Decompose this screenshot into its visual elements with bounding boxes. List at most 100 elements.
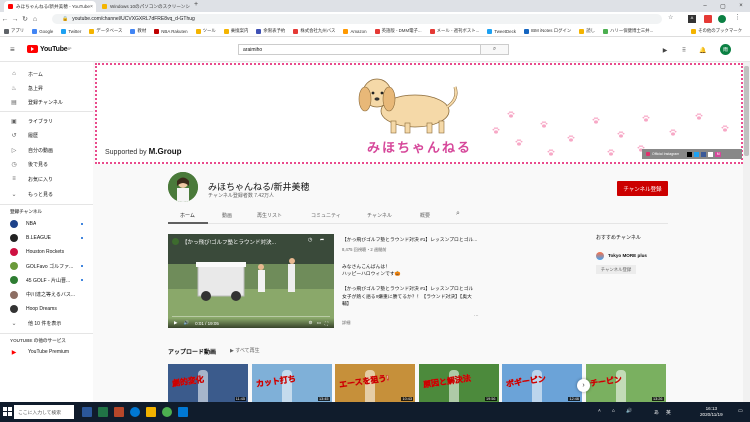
menu-dots-icon[interactable]: ⋮ bbox=[734, 13, 741, 21]
upload-thumbnail[interactable]: ボギーピン 12:46 bbox=[502, 364, 582, 402]
windows-start-icon[interactable] bbox=[3, 407, 12, 416]
close-window-icon[interactable]: × bbox=[732, 0, 750, 12]
channel-search-icon[interactable]: ⌕ bbox=[456, 210, 460, 218]
volume-tray-icon[interactable]: 🔊 bbox=[626, 409, 632, 414]
account-avatar[interactable]: 雨 bbox=[720, 44, 731, 55]
browser-tab-windows[interactable]: Windows 10のパソコンのスクリーンシ × bbox=[98, 1, 190, 12]
bookmark-item[interactable]: 英語版 - DMM電子... bbox=[374, 28, 422, 34]
bookmark-item[interactable]: 教材 bbox=[130, 28, 146, 34]
chrome-app-icon[interactable] bbox=[162, 407, 172, 417]
create-video-icon[interactable]: ▶ bbox=[661, 46, 669, 54]
close-tab-icon[interactable]: × bbox=[90, 4, 93, 10]
maximize-icon[interactable]: ▢ bbox=[714, 0, 732, 12]
bookmark-item[interactable]: ハリー保健博士三井... bbox=[603, 28, 653, 34]
minimize-icon[interactable]: – bbox=[696, 0, 714, 12]
play-all-button[interactable]: ▶ すべて再生 bbox=[230, 347, 260, 354]
m-group-icon[interactable]: M bbox=[715, 151, 722, 157]
sidebar-item-main[interactable]: ⌂ ホーム bbox=[0, 68, 93, 80]
channel-avatar[interactable] bbox=[168, 172, 198, 202]
volume-icon[interactable]: 🔊 bbox=[183, 320, 189, 326]
upload-thumbnail[interactable]: カット打ち 13:45 bbox=[251, 364, 332, 402]
featured-video-player[interactable]: 【かっ飛び!ゴルフ塾とラウンド対決... ◷ ➦ ▶ 🔊 0:01 / 19:0… bbox=[168, 234, 334, 328]
bookmark-item[interactable]: NBA Rakuten bbox=[154, 28, 188, 34]
search-button[interactable]: ⌕ bbox=[481, 44, 509, 55]
bookmark-item[interactable]: 株式会社九州バス bbox=[293, 28, 335, 34]
channel-tab[interactable]: コミュニティ bbox=[311, 212, 341, 219]
bookmark-item[interactable]: Twitter bbox=[61, 28, 81, 34]
instagram-icon[interactable] bbox=[646, 152, 650, 156]
apps-grid-icon[interactable]: ⠿ bbox=[680, 46, 688, 54]
sidebar-item-library[interactable]: ▣ ライブラリ bbox=[0, 115, 93, 127]
facebook-icon[interactable] bbox=[701, 151, 707, 157]
progress-bar[interactable] bbox=[172, 316, 330, 317]
bookmark-item[interactable]: メール - 週刊ボスト... bbox=[429, 28, 479, 34]
new-tab-icon[interactable]: + bbox=[194, 1, 198, 8]
home-browser-icon[interactable]: ⌂ bbox=[30, 13, 40, 25]
player-title[interactable]: 【かっ飛び!ゴルフ塾とラウンド対決... bbox=[182, 238, 276, 246]
ime-mode[interactable]: あ bbox=[654, 409, 659, 416]
sidebar-subscription[interactable]: B.LEAGUE bbox=[0, 232, 93, 244]
sidebar-item-main[interactable]: ♨ 急上昇 bbox=[0, 82, 93, 94]
taskbar-clock[interactable]: 16:13 2020/11/19 bbox=[700, 406, 723, 418]
bookmark-item[interactable]: TweetDeck bbox=[487, 28, 516, 34]
tiktok-icon[interactable] bbox=[687, 151, 693, 157]
upload-thumbnail[interactable]: 劇的変化 11:45 bbox=[168, 364, 248, 402]
edge-app-icon[interactable] bbox=[130, 407, 140, 417]
bookmark-item[interactable]: データベース bbox=[89, 28, 122, 34]
ime-language[interactable]: 英 bbox=[666, 409, 671, 416]
extension-icon[interactable] bbox=[704, 15, 712, 23]
sidebar-item-library[interactable]: ▷ 自分の動画 bbox=[0, 144, 93, 156]
more-options-icon[interactable]: ⋯ bbox=[474, 314, 479, 319]
related-channel-name[interactable]: Tokyo MORE plus bbox=[608, 253, 647, 258]
notifications-bell-icon[interactable]: 🔔 bbox=[699, 46, 707, 54]
bookmark-item[interactable]: Google bbox=[32, 28, 53, 34]
sidebar-item-main[interactable]: ▤ 登録チャンネル bbox=[0, 96, 93, 108]
scrollbar-thumb[interactable] bbox=[744, 66, 749, 156]
channel-tab[interactable]: 動画 bbox=[222, 212, 232, 219]
share-icon[interactable]: ➦ bbox=[320, 237, 324, 243]
url-field[interactable]: 🔒 youtube.com/channel/UCVXGXRL7dFRE8vq_d… bbox=[52, 14, 662, 24]
star-icon[interactable]: ☆ bbox=[668, 14, 673, 21]
theater-mode-icon[interactable]: ▭ bbox=[317, 320, 321, 326]
profile-icon[interactable] bbox=[718, 15, 726, 23]
browser-tab-youtube[interactable]: みほちゃんねる/新井美穂 - YouTube × bbox=[4, 1, 96, 12]
notifications-tray-icon[interactable]: ▭ bbox=[738, 409, 743, 414]
excel-app-icon[interactable] bbox=[98, 407, 108, 417]
channel-tab[interactable]: 概要 bbox=[420, 212, 430, 219]
link-icon[interactable] bbox=[708, 151, 714, 157]
tray-up-arrow-icon[interactable]: ˄ bbox=[598, 409, 601, 414]
sidebar-subscription[interactable]: NBA bbox=[0, 218, 93, 230]
upload-thumbnail[interactable]: 原因と解決法 19:56 bbox=[418, 364, 499, 402]
back-icon[interactable]: ← bbox=[0, 13, 10, 25]
channel-tab[interactable]: 再生リスト bbox=[257, 212, 282, 219]
sidebar-item-premium[interactable]: ▶ YouTube Premium bbox=[0, 346, 93, 358]
sidebar-subscription[interactable]: GOLFavo ゴルファ... bbox=[0, 260, 93, 272]
channel-tab[interactable]: チャンネル bbox=[367, 212, 392, 219]
word-app-icon[interactable] bbox=[82, 407, 92, 417]
bookmark-item[interactable]: その他のブックマーク bbox=[691, 28, 742, 34]
bookmark-item[interactable]: ツール bbox=[195, 28, 216, 34]
more-details-link[interactable]: 詳細 bbox=[342, 320, 350, 326]
hamburger-menu-icon[interactable]: ≡ bbox=[10, 45, 15, 54]
bookmark-item[interactable]: 乗換案内 bbox=[223, 28, 248, 34]
bookmark-item[interactable]: 余限表予約 bbox=[256, 28, 285, 34]
explorer-app-icon[interactable] bbox=[146, 407, 156, 417]
sidebar-subscription[interactable]: 45 GOLF - 片山晋... bbox=[0, 274, 93, 286]
shelf-next-arrow-icon[interactable]: › bbox=[577, 379, 590, 392]
sidebar-item-library[interactable]: ↺ 履歴 bbox=[0, 130, 93, 142]
search-input[interactable]: araimiho bbox=[238, 44, 481, 55]
sidebar-subscription[interactable]: Hoop Dreams bbox=[0, 303, 93, 315]
sidebar-subscription[interactable]: ⌄ 他 10 件を表示 bbox=[0, 317, 93, 329]
channel-tab[interactable]: ホーム bbox=[180, 212, 195, 219]
fullscreen-icon[interactable]: ⛶ bbox=[325, 321, 328, 326]
youtube-logo[interactable]: YouTube JP bbox=[27, 45, 71, 53]
upload-thumbnail[interactable]: チーピン 13:26 bbox=[585, 364, 666, 402]
taskbar-search-input[interactable]: ここに入力して検索 bbox=[14, 405, 74, 419]
powerpoint-app-icon[interactable] bbox=[114, 407, 124, 417]
reload-icon[interactable]: ↻ bbox=[20, 13, 30, 25]
sidebar-subscription[interactable]: 中川達之等えるバス... bbox=[0, 289, 93, 301]
featured-video-title[interactable]: 【かっ飛びゴルフ塾とラウンド対決 #1】レッスンプロとゴル... bbox=[342, 236, 477, 243]
bookmark-item[interactable]: Amazon bbox=[343, 28, 367, 34]
watch-later-overlay-icon[interactable]: ◷ bbox=[308, 237, 312, 243]
upload-thumbnail[interactable]: エースを狙う! 10:43 bbox=[335, 364, 415, 402]
